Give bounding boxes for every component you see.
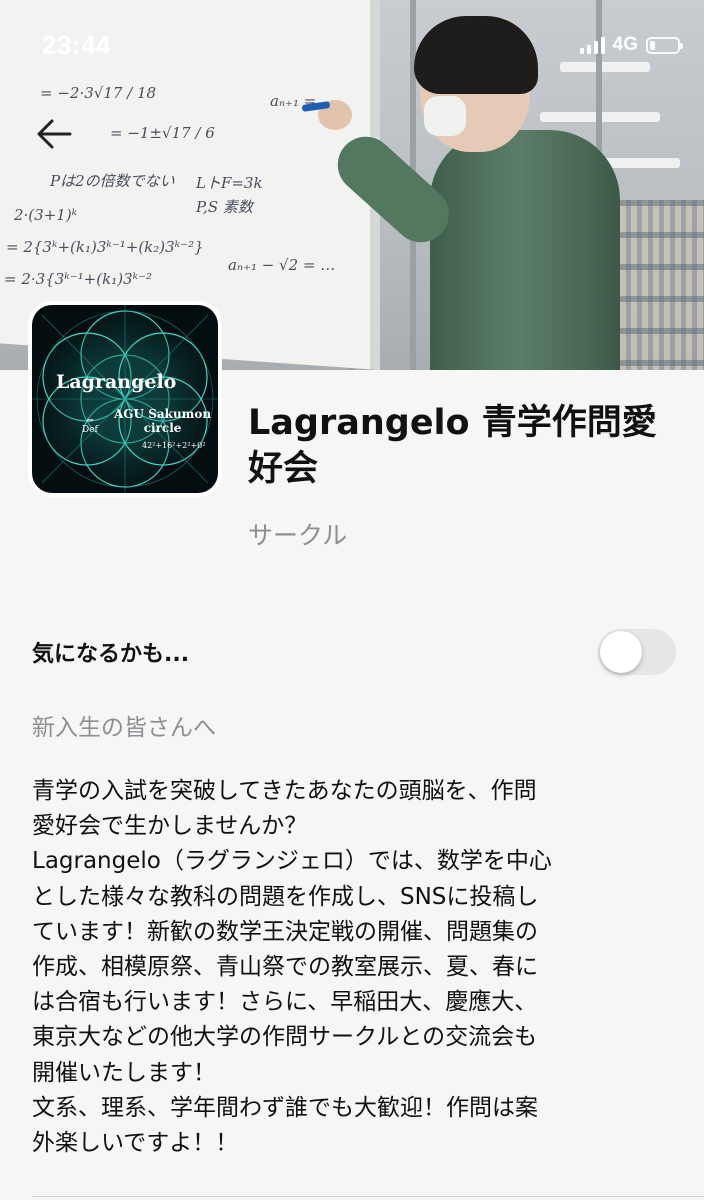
toggle-knob xyxy=(600,631,642,673)
whiteboard-writing: LトF=3k xyxy=(196,174,263,192)
interest-toggle[interactable] xyxy=(598,629,676,675)
organization-name: Lagrangelo 青学作問愛好会 xyxy=(248,403,657,489)
divider xyxy=(32,1196,704,1197)
person-torso xyxy=(430,130,620,370)
whiteboard-writing: = 2{3ᵏ+(k₁)3ᵏ⁻¹+(k₂)3ᵏ⁻²} xyxy=(6,238,204,256)
signal-icon xyxy=(579,36,605,54)
back-button[interactable] xyxy=(30,110,78,158)
organization-type: サークル xyxy=(248,521,348,550)
interest-row: 気になるかも... xyxy=(32,622,676,682)
organization-logo: Lagrangelo ⇔ Def AGU Sakumon circle 42²+… xyxy=(28,301,222,497)
status-indicators: 4G xyxy=(579,34,683,56)
whiteboard-writing: 2·(3+1)ᵏ xyxy=(14,206,78,224)
whiteboard-writing: Pは2の倍数でない xyxy=(50,172,175,190)
whiteboard-writing: = −2·3√17 / 18 xyxy=(40,84,157,102)
person-hair xyxy=(414,16,538,94)
logo-formula: 42²+16²+2²+0² xyxy=(142,441,206,450)
whiteboard-writing: = 2·3{3ᵏ⁻¹+(k₁)3ᵏ⁻² xyxy=(4,270,153,288)
logo-subtitle: AGU Sakumon circle xyxy=(114,407,212,435)
description-text: 青学の入試を突破してきたあなたの頭脳を、作問 愛好会で生かしませんか？ Lagr… xyxy=(32,778,552,1157)
arrow-left-icon xyxy=(37,119,72,149)
network-type: 4G xyxy=(612,34,638,55)
flower-of-life-icon xyxy=(32,305,218,493)
ceiling-light xyxy=(560,62,650,72)
interest-label: 気になるかも... xyxy=(32,642,190,667)
section-heading: 新入生の皆さんへ xyxy=(32,715,216,741)
status-time: 23:44 xyxy=(42,30,111,60)
logo-title: Lagrangelo xyxy=(56,371,177,393)
battery-icon xyxy=(646,36,683,54)
whiteboard-writing: P,S 素数 xyxy=(196,198,253,216)
person-mask xyxy=(424,96,466,136)
whiteboard-writing: = −1±√17 / 6 xyxy=(110,124,215,142)
battery-level xyxy=(650,40,655,50)
whiteboard-writing: aₙ₊₁ − √2 = … xyxy=(228,256,336,274)
logo-def-label: ⇔ Def xyxy=(82,416,98,435)
